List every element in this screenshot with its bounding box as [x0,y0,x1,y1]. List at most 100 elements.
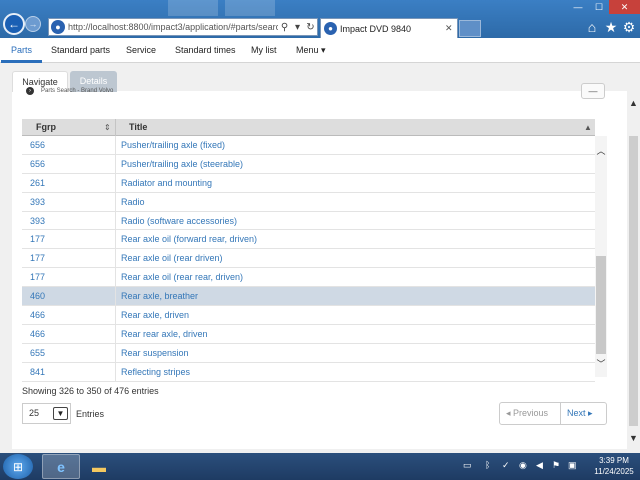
cell-title[interactable]: Rear axle, driven [121,306,189,324]
cell-fgrp[interactable]: 656 [30,155,45,173]
refresh-icon[interactable]: ↻ [304,22,317,33]
column-header-fgrp[interactable]: Fgrp [36,119,56,136]
chevron-up-icon[interactable]: ︿ [595,145,607,157]
cell-fgrp[interactable]: 466 [30,325,45,343]
cell-fgrp[interactable]: 261 [30,174,45,192]
home-icon[interactable]: ⌂ [584,19,600,35]
cell-fgrp[interactable]: 841 [30,363,45,381]
table-scrollbar[interactable]: ︿ ﹀ [595,136,607,377]
column-divider [115,211,116,230]
start-button[interactable]: ⊞ [3,454,33,479]
table-row[interactable]: 393 Radio (software accessories) [22,211,595,231]
table-row[interactable]: 656 Pusher/trailing axle (steerable) [22,154,595,174]
taskbar-internet-explorer[interactable]: e [42,454,80,479]
flag-icon[interactable]: ⚑ [552,460,560,471]
previous-button[interactable]: ◂ Previous [500,403,561,424]
table-row[interactable]: 656 Pusher/trailing axle (fixed) [22,136,595,155]
network-icon[interactable]: ✓ [502,460,510,471]
column-divider [115,136,116,154]
cell-fgrp[interactable]: 393 [30,193,45,211]
chevron-down-icon[interactable]: ﹀ [595,358,607,370]
cell-title[interactable]: Pusher/trailing axle (fixed) [121,136,225,154]
new-tab-button[interactable] [459,20,481,37]
cell-fgrp[interactable]: 460 [30,287,45,305]
cell-title[interactable]: Pusher/trailing axle (steerable) [121,155,243,173]
cell-title[interactable]: Rear axle, breather [121,287,198,305]
chevron-icon[interactable]: › [26,87,34,95]
table-row[interactable]: 460 Rear axle, breather [22,287,595,307]
back-button[interactable]: ← [3,13,25,35]
cell-title[interactable]: Rear axle oil (rear rear, driven) [121,268,243,286]
page-scrollbar[interactable]: ▲ ▼ [627,91,640,453]
table-row[interactable]: 177 Rear axle oil (forward rear, driven) [22,230,595,250]
table-row[interactable]: 655 Rear suspension [22,343,595,363]
clock-time: 3:39 PM [599,456,629,465]
page-scrollbar-thumb[interactable] [629,136,638,426]
menu-more[interactable]: Menu ▾ [296,38,326,62]
cell-title[interactable]: Rear axle oil (rear driven) [121,249,223,267]
bluetooth-icon[interactable]: ᛒ [485,460,490,470]
main-menu: Parts Standard parts Service Standard ti… [0,38,640,63]
cell-fgrp[interactable]: 393 [30,212,45,230]
close-window-button[interactable]: ✕ [609,0,640,14]
forward-button[interactable]: → [25,16,41,32]
table-scrollbar-thumb[interactable] [596,256,606,354]
cell-fgrp[interactable]: 177 [30,268,45,286]
tray-app-icon[interactable]: ◉ [519,460,527,471]
browser-tab[interactable]: ● Impact DVD 9840 ✕ [320,18,458,38]
cell-title[interactable]: Rear axle oil (forward rear, driven) [121,230,257,248]
menu-parts[interactable]: Parts [0,38,43,63]
column-divider [115,324,116,343]
taskbar-clock[interactable]: 3:39 PM 11/24/2025 [590,455,638,477]
next-button[interactable]: Next ▸ [561,403,606,424]
table-row[interactable]: 177 Rear axle oil (rear driven) [22,249,595,269]
volume-icon[interactable]: ◀ [536,460,543,471]
column-divider [115,287,116,306]
column-header-title[interactable]: Title [129,119,147,136]
settings-icon[interactable]: ⚙ [621,19,637,35]
search-icon[interactable]: ⚲ [278,22,291,33]
table-row[interactable]: 466 Rear axle, driven [22,306,595,325]
dropdown-icon[interactable]: ▾ [291,22,304,33]
cell-title[interactable]: Radio [121,193,145,211]
cell-fgrp[interactable]: 177 [30,249,45,267]
menu-standard-parts[interactable]: Standard parts [51,38,110,62]
scroll-up-icon[interactable]: ▲ [627,97,640,110]
cell-title[interactable]: Radio (software accessories) [121,212,237,230]
cell-title[interactable]: Rear rear axle, driven [121,325,208,343]
taskbar-file-explorer[interactable]: ▬ [80,454,118,479]
url-text[interactable]: http://localhost:8800/impact3/applicatio… [68,22,278,32]
cell-fgrp[interactable]: 655 [30,344,45,362]
page-size-select[interactable]: 25 ▼ [22,403,71,424]
tab-title: Impact DVD 9840 [340,23,412,34]
sort-ascending-icon[interactable]: ▲ [584,119,592,136]
folder-icon: ▬ [92,458,106,475]
table-row[interactable]: 466 Rear rear axle, driven [22,324,595,344]
menu-my-list[interactable]: My list [251,38,277,62]
favorites-icon[interactable]: ★ [603,19,619,35]
menu-service[interactable]: Service [126,38,156,62]
cell-fgrp[interactable]: 177 [30,230,45,248]
cell-fgrp[interactable]: 656 [30,136,45,154]
chevron-down-icon[interactable]: ▼ [53,407,68,420]
address-bar[interactable]: ● http://localhost:8800/impact3/applicat… [48,18,318,36]
keyboard-icon[interactable]: ▭ [463,460,472,471]
menu-standard-times[interactable]: Standard times [175,38,236,62]
cell-fgrp[interactable]: 466 [30,306,45,324]
table-row[interactable]: 841 Reflecting stripes [22,362,595,382]
column-divider [115,343,116,362]
collapse-button[interactable]: — [581,83,605,99]
column-divider [115,154,116,173]
scroll-down-icon[interactable]: ▼ [627,432,640,445]
minimize-button[interactable]: — [567,0,589,14]
table-row[interactable]: 261 Radiator and mounting [22,173,595,193]
sort-icon[interactable]: ⇕ [104,119,111,136]
cell-title[interactable]: Reflecting stripes [121,363,190,381]
tab-close-icon[interactable]: ✕ [445,23,457,34]
cell-title[interactable]: Radiator and mounting [121,174,212,192]
cell-title[interactable]: Rear suspension [121,344,189,362]
maximize-button[interactable]: ☐ [589,0,609,14]
table-row[interactable]: 177 Rear axle oil (rear rear, driven) [22,268,595,288]
monitor-icon[interactable]: ▣ [568,460,577,471]
table-row[interactable]: 393 Radio [22,192,595,212]
